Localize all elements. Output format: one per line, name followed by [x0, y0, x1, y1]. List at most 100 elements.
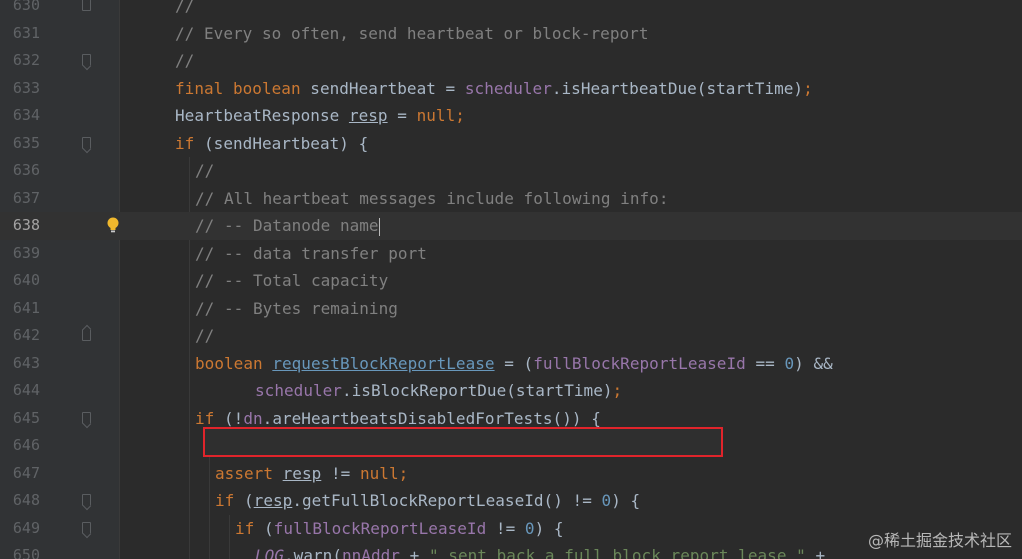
- text-caret: [378, 217, 380, 236]
- line-number: 639: [12, 243, 40, 262]
- code-line[interactable]: 640 // -- Total capacity: [0, 267, 1022, 295]
- code-text: boolean requestBlockReportLease = (fullB…: [195, 350, 833, 378]
- code-token: //: [175, 0, 195, 15]
- code-token: ) {: [611, 491, 641, 510]
- fold-marker-icon[interactable]: [82, 329, 91, 341]
- line-number: 635: [12, 133, 40, 152]
- code-token: !=: [486, 518, 525, 538]
- code-token: (sendHeartbeat) {: [204, 133, 369, 153]
- code-token: +: [399, 546, 429, 559]
- code-token: scheduler: [464, 78, 552, 98]
- code-line[interactable]: 641 // -- Bytes remaining: [0, 295, 1022, 323]
- code-token: // -- data transfer port: [195, 243, 427, 263]
- fold-marker-icon[interactable]: [82, 411, 91, 424]
- watermark: @稀土掘金技术社区: [867, 531, 1012, 550]
- code-text: //: [195, 157, 214, 185]
- code-text: //: [175, 47, 194, 75]
- code-token: 0: [601, 491, 612, 510]
- code-token: // -- Total capacity: [195, 271, 389, 290]
- line-number: 640: [12, 271, 40, 289]
- code-token: .isHeartbeatDue(startTime): [551, 78, 804, 98]
- code-line[interactable]: 647 assert resp != null;: [0, 460, 1022, 488]
- code-editor[interactable]: 630 // 631 // Every so often, send heartbea…: [0, 0, 1022, 559]
- code-line[interactable]: 644 scheduler.isBlockReportDue(startTime)…: [0, 377, 1022, 405]
- code-text: if (fullBlockReportLeaseId != 0) {: [235, 515, 564, 543]
- line-number: 630: [12, 0, 40, 14]
- code-line[interactable]: 631 // Every so often, send heartbeat or …: [0, 20, 1022, 48]
- code-token: if: [235, 518, 264, 538]
- code-token: .areHeartbeatsDisabledForTests()) {: [262, 408, 601, 428]
- fold-marker-icon[interactable]: [82, 136, 91, 149]
- line-number: 643: [12, 353, 40, 372]
- code-token: !=: [321, 463, 360, 483]
- code-line[interactable]: 636 //: [0, 157, 1022, 185]
- code-token: .getFullBlockReportLeaseId() !=: [292, 491, 602, 510]
- code-token: ) {: [534, 518, 564, 538]
- code-text: // All heartbeat messages include follow…: [195, 185, 668, 213]
- highlight-box: [203, 427, 723, 457]
- fold-marker-icon[interactable]: [82, 521, 91, 534]
- line-number: 636: [12, 161, 40, 179]
- code-text: if (sendHeartbeat) {: [175, 130, 368, 158]
- code-line[interactable]: 630 //: [0, 0, 1022, 20]
- code-token: (: [264, 518, 274, 538]
- code-token: .isBlockReportDue(startTime): [341, 381, 613, 400]
- code-token: //: [195, 161, 215, 180]
- code-token: dn: [243, 408, 263, 428]
- code-token: =: [387, 106, 417, 125]
- code-token: // Every so often, send heartbeat or blo…: [175, 23, 649, 43]
- line-number: 649: [12, 518, 40, 537]
- code-token: sendHeartbeat =: [310, 78, 465, 98]
- line-number: 631: [12, 23, 40, 42]
- code-token: assert: [215, 463, 283, 483]
- line-number: 641: [12, 298, 40, 317]
- line-number: 633: [12, 78, 40, 97]
- code-token: boolean: [195, 353, 273, 373]
- fold-marker-icon[interactable]: [82, 494, 91, 506]
- code-token: null;: [416, 106, 465, 125]
- fold-marker-icon[interactable]: [82, 54, 91, 66]
- code-token: // -- Datanode name: [195, 216, 379, 235]
- code-line[interactable]: 633 final boolean sendHeartbeat = schedul…: [0, 75, 1022, 103]
- code-token: requestBlockReportLease: [272, 353, 495, 373]
- fold-marker-icon[interactable]: [82, 0, 91, 11]
- code-token: .warn(: [284, 546, 342, 559]
- code-token: ;: [612, 381, 623, 400]
- code-line[interactable]: 634 HeartbeatResponse resp = null;: [0, 102, 1022, 130]
- code-line[interactable]: 638 // -- Datanode name: [0, 212, 1022, 240]
- code-line[interactable]: 639 // -- data transfer port: [0, 240, 1022, 268]
- code-line[interactable]: 643 boolean requestBlockReportLease = (fu…: [0, 350, 1022, 378]
- code-token: = (: [494, 353, 534, 373]
- line-number: 637: [12, 188, 40, 207]
- code-token: fullBlockReportLeaseId: [273, 518, 487, 538]
- code-text: //: [195, 322, 214, 350]
- line-number: 644: [12, 381, 40, 399]
- code-token: HeartbeatResponse: [175, 106, 349, 125]
- code-line[interactable]: 642 //: [0, 322, 1022, 350]
- lightbulb-icon[interactable]: [106, 217, 120, 233]
- code-token: final boolean: [175, 78, 311, 98]
- code-token: nnAddr: [341, 546, 400, 559]
- code-token: // -- Bytes remaining: [195, 298, 398, 318]
- code-token: ==: [745, 353, 785, 373]
- code-text: if (resp.getFullBlockReportLeaseId() != …: [215, 487, 640, 515]
- code-token: ) &&: [794, 353, 833, 373]
- code-token: //: [175, 51, 195, 70]
- code-text: LOG.warn(nnAddr + " sent back a full blo…: [255, 542, 825, 559]
- code-line[interactable]: 635 if (sendHeartbeat) {: [0, 130, 1022, 158]
- code-line[interactable]: 648 if (resp.getFullBlockReportLeaseId() …: [0, 487, 1022, 515]
- code-text: final boolean sendHeartbeat = scheduler.…: [175, 75, 813, 103]
- code-token: resp: [253, 491, 293, 510]
- code-token: null;: [359, 463, 409, 483]
- code-text: //: [175, 0, 194, 20]
- code-token: if: [195, 408, 224, 428]
- line-number: 648: [12, 491, 40, 509]
- code-text: // -- Total capacity: [195, 267, 388, 295]
- code-text: // -- data transfer port: [195, 240, 427, 268]
- line-number: 645: [12, 408, 40, 427]
- code-text: // -- Datanode name: [195, 212, 380, 240]
- code-line[interactable]: 632 //: [0, 47, 1022, 75]
- code-token: fullBlockReportLeaseId: [533, 353, 746, 373]
- code-line[interactable]: 637 // All heartbeat messages include fol…: [0, 185, 1022, 213]
- code-token: scheduler: [255, 381, 342, 400]
